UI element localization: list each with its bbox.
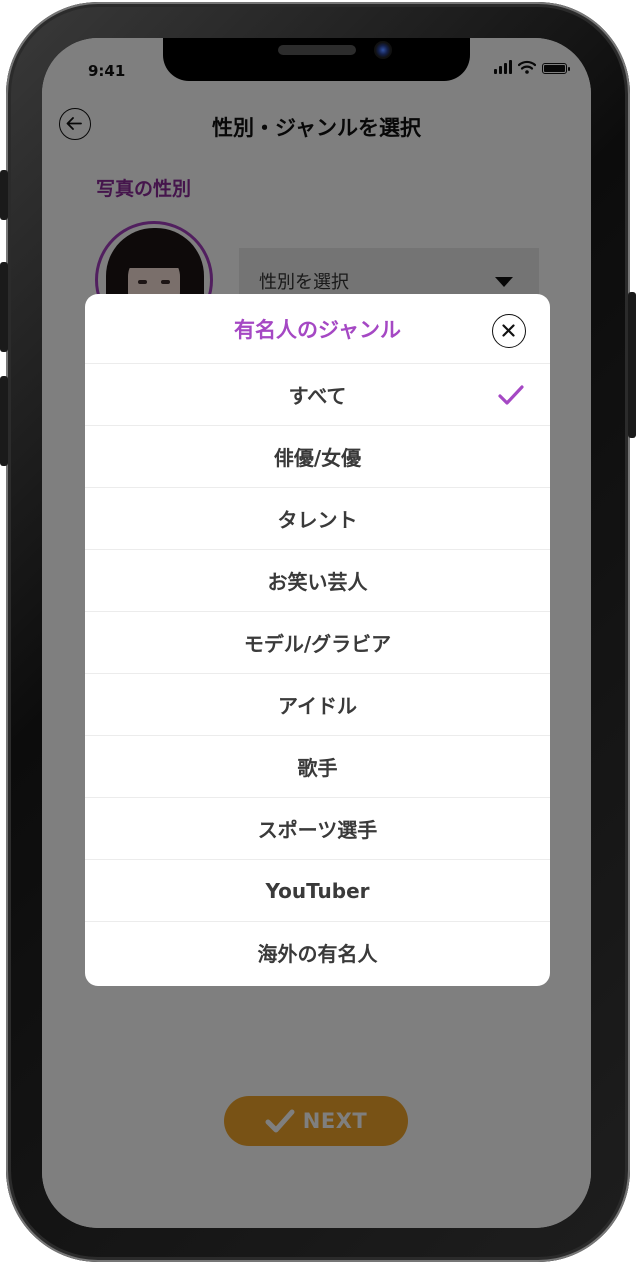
close-icon [502, 324, 515, 337]
close-button[interactable] [492, 314, 526, 348]
genre-option[interactable]: モデル/グラビア [85, 611, 550, 673]
volume-down-button [0, 376, 8, 466]
mute-switch [0, 170, 8, 220]
genre-option-label: 歌手 [297, 756, 338, 780]
genre-option-label: タレント [277, 508, 358, 532]
genre-option[interactable]: 歌手 [85, 735, 550, 797]
genre-option-label: YouTuber [265, 878, 370, 903]
genre-option[interactable]: スポーツ選手 [85, 797, 550, 859]
genre-option-label: アイドル [278, 694, 357, 718]
genre-option[interactable]: アイドル [85, 673, 550, 735]
volume-up-button [0, 262, 8, 352]
speaker [278, 45, 356, 55]
genre-modal: 有名人のジャンル すべて 俳優/女優 タレント お笑い芸人 モデル/グラビア ア… [85, 294, 550, 986]
notch [163, 38, 470, 81]
genre-option[interactable]: すべて [85, 363, 550, 425]
genre-option-label: 海外の有名人 [257, 942, 378, 966]
genre-option-label: スポーツ選手 [257, 818, 378, 842]
genre-option[interactable]: YouTuber [85, 859, 550, 921]
genre-option-label: お笑い芸人 [267, 570, 368, 594]
genre-option-label: モデル/グラビア [243, 632, 392, 656]
genre-list: すべて 俳優/女優 タレント お笑い芸人 モデル/グラビア アイドル 歌手 スポ… [85, 363, 550, 983]
genre-option[interactable]: 海外の有名人 [85, 921, 550, 983]
power-button [628, 292, 636, 438]
genre-option[interactable]: 俳優/女優 [85, 425, 550, 487]
genre-option[interactable]: タレント [85, 487, 550, 549]
selected-check-icon [498, 385, 524, 405]
modal-title: 有名人のジャンル [234, 318, 401, 342]
genre-option-label: すべて [288, 384, 347, 408]
front-camera [374, 41, 392, 59]
app-screen: 9:41 性別・ジャンルを選択 写真の性別 性別を選択 [42, 38, 591, 1228]
genre-option[interactable]: お笑い芸人 [85, 549, 550, 611]
genre-option-label: 俳優/女優 [273, 446, 362, 470]
